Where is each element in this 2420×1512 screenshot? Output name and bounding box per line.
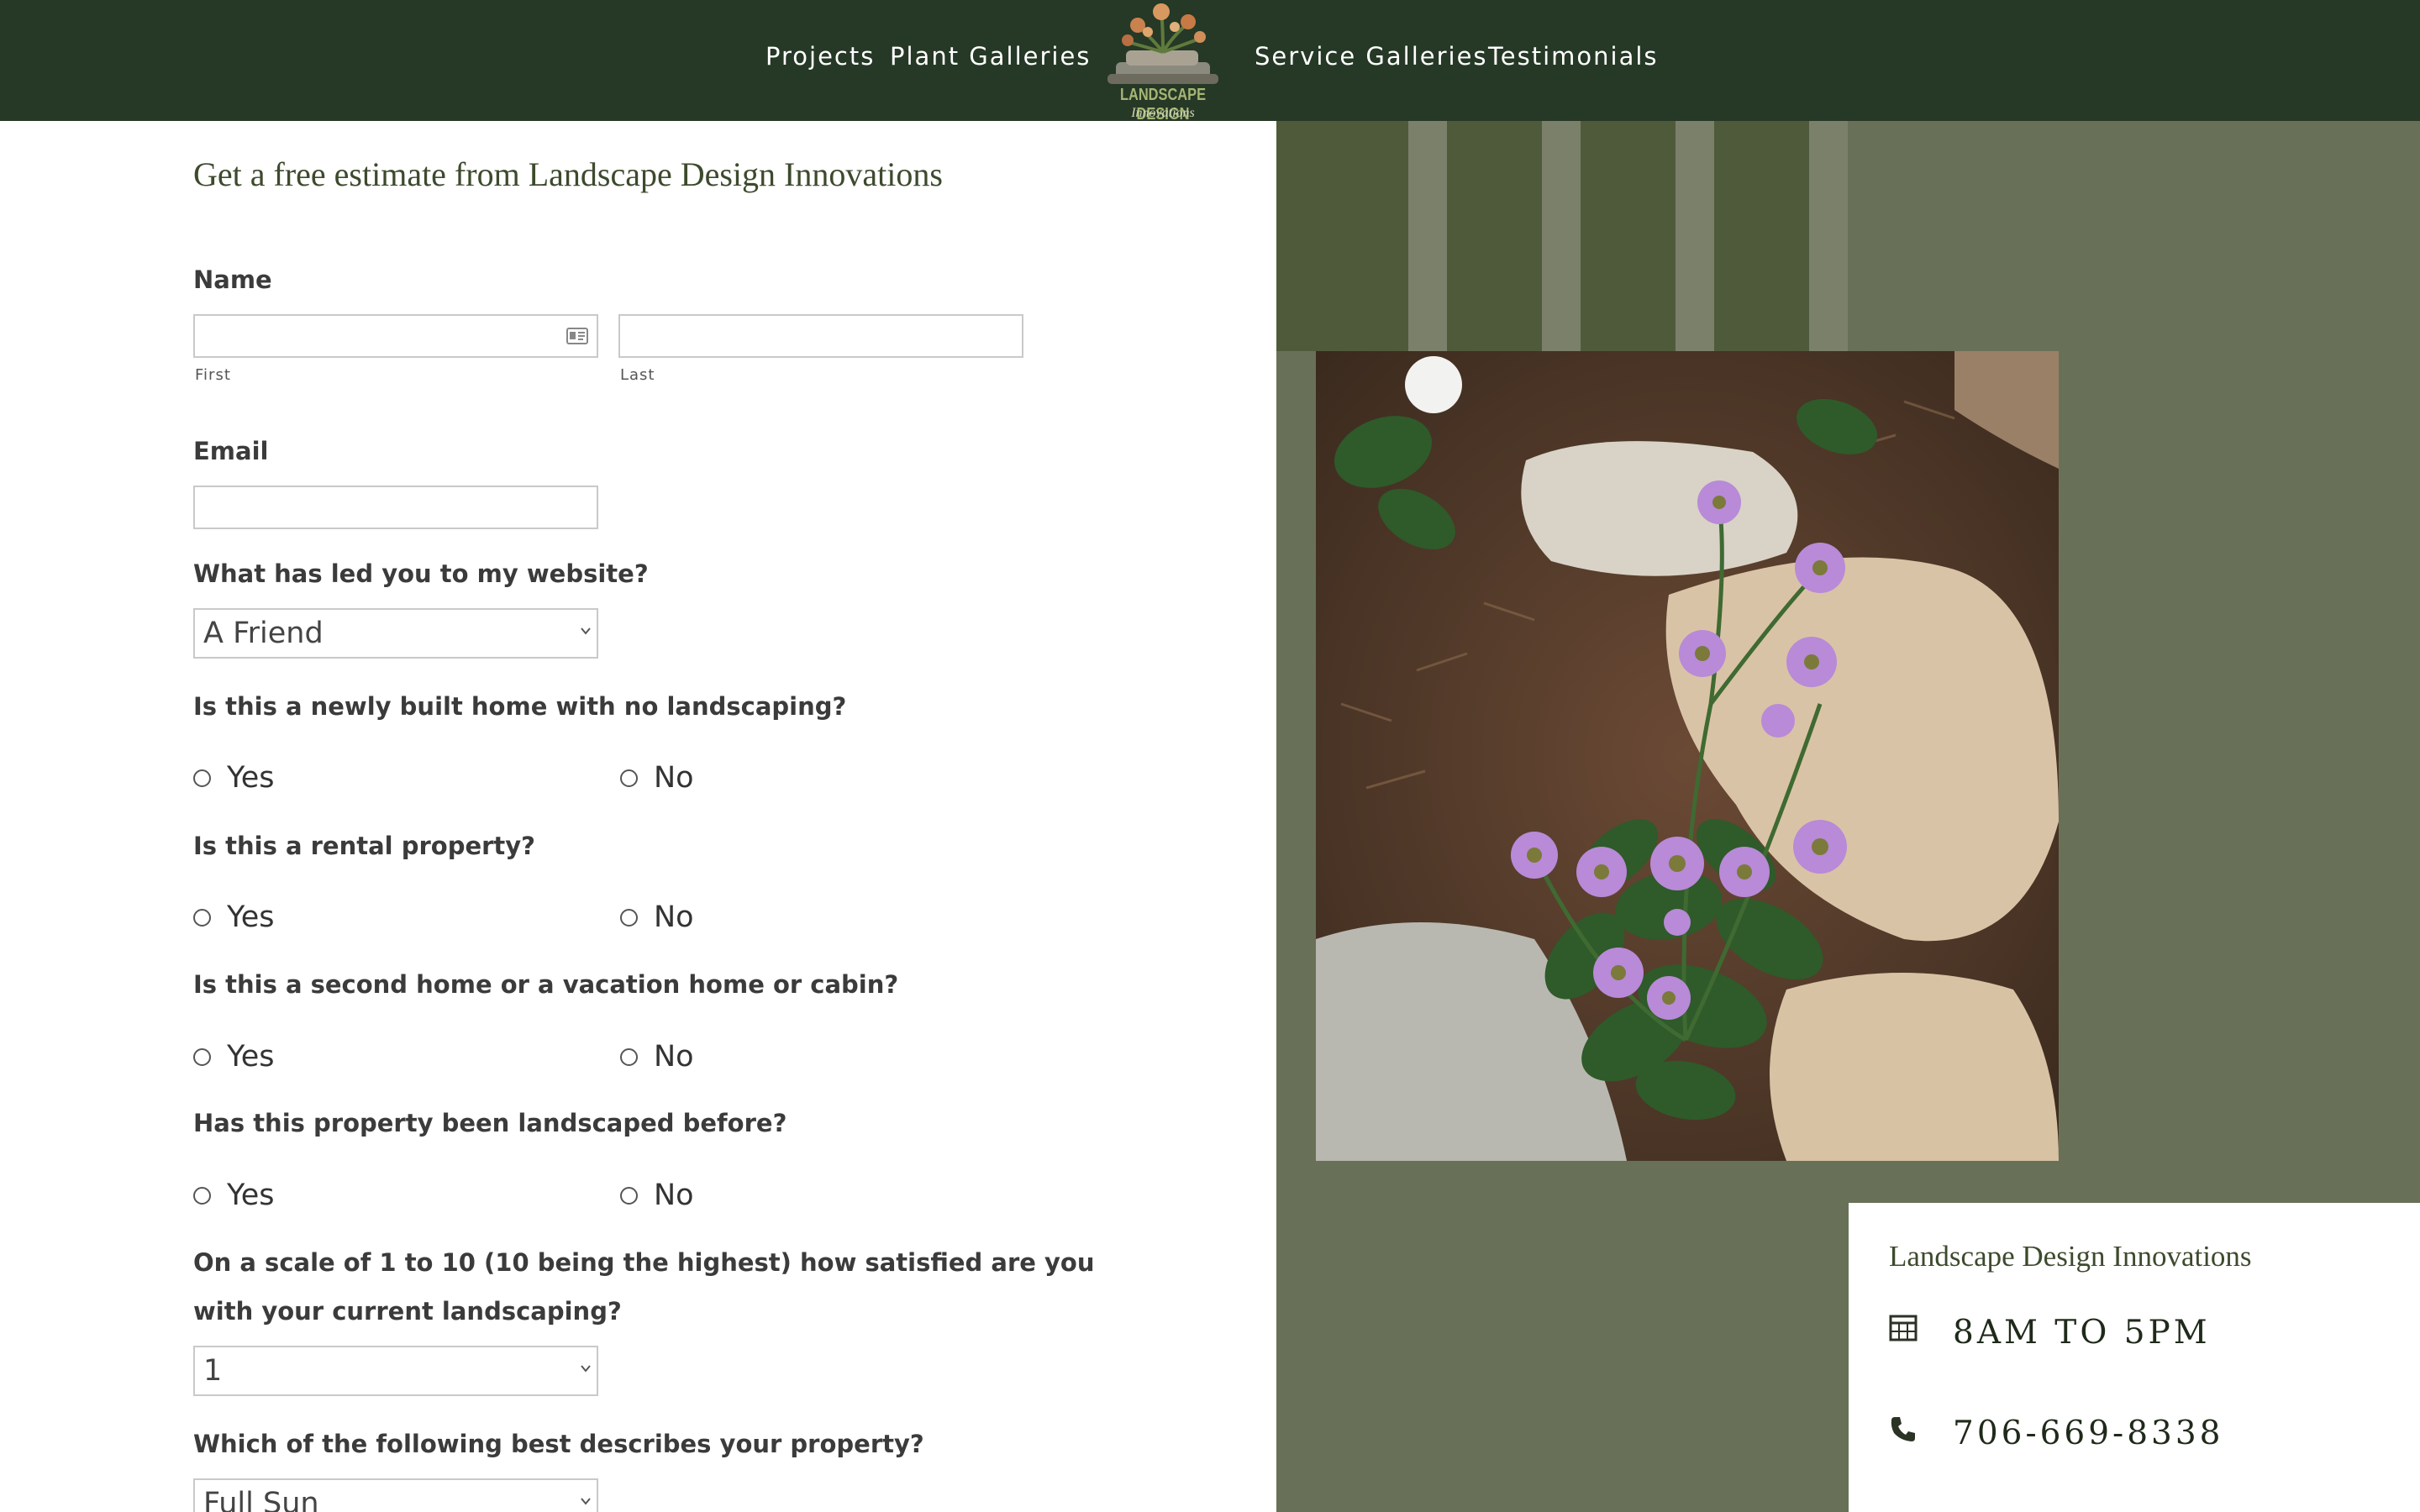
property-select-value: Full Sun	[203, 1487, 319, 1512]
last-sublabel: Last	[620, 366, 655, 384]
source-question: What has led you to my website?	[193, 559, 649, 588]
last-name-input[interactable]	[618, 314, 1023, 358]
logo-flowers-icon	[1107, 3, 1218, 84]
rental-no-radio[interactable]: No	[620, 900, 788, 934]
calendar-icon	[1889, 1315, 1918, 1341]
radio-label: Yes	[227, 1040, 275, 1074]
second-home-question: Is this a second home or a vacation home…	[193, 970, 899, 999]
radio-label: Yes	[227, 1179, 275, 1212]
garden-flower-photo	[1316, 351, 2059, 1161]
chevron-down-icon	[581, 1365, 591, 1373]
decorative-stripe	[1542, 121, 1581, 351]
radio-label: No	[654, 900, 694, 934]
decorative-stripe	[1809, 121, 1848, 351]
decorative-stripe	[1676, 121, 1714, 351]
logo-subtitle: Innovations	[1131, 106, 1195, 120]
nav-projects[interactable]: Projects	[765, 42, 875, 71]
landscaped-yes-radio[interactable]: Yes	[193, 1179, 361, 1212]
scale-question-line1: On a scale of 1 to 10 (10 being the high…	[193, 1248, 1095, 1277]
radio-label: No	[654, 1179, 694, 1212]
scale-select[interactable]: 1	[193, 1346, 598, 1396]
property-question: Which of the following best describes yo…	[193, 1430, 924, 1458]
email-input[interactable]	[193, 486, 598, 529]
property-select[interactable]: Full Sun	[193, 1478, 598, 1512]
nav-plant-galleries[interactable]: Plant Galleries	[890, 42, 1091, 71]
radio-circle	[620, 909, 638, 927]
phone-icon	[1891, 1417, 1915, 1441]
first-name-input[interactable]	[193, 314, 598, 358]
source-select[interactable]: A Friend	[193, 608, 598, 659]
name-label: Name	[193, 265, 272, 294]
radio-circle	[620, 1187, 638, 1205]
landscaped-before-question: Has this property been landscaped before…	[193, 1109, 787, 1137]
scale-question-line2: with your current landscaping?	[193, 1297, 622, 1326]
source-select-value: A Friend	[203, 617, 324, 650]
radio-circle	[620, 1048, 638, 1066]
radio-label: No	[654, 1040, 694, 1074]
radio-circle	[193, 1187, 211, 1205]
radio-label: No	[654, 761, 694, 795]
top-navbar: Projects Plant Galleries LANDSCAPE DESIG…	[0, 0, 2420, 123]
contact-card-icon	[566, 328, 588, 344]
radio-label: Yes	[227, 761, 275, 795]
nav-service-galleries[interactable]: Service Galleries	[1255, 42, 1488, 71]
new-home-no-radio[interactable]: No	[620, 761, 788, 795]
second-home-yes-radio[interactable]: Yes	[193, 1040, 361, 1074]
radio-label: Yes	[227, 900, 275, 934]
business-name: Landscape Design Innovations	[1889, 1240, 2252, 1273]
radio-circle	[620, 769, 638, 787]
first-sublabel: First	[195, 366, 231, 384]
chevron-down-icon	[581, 1498, 591, 1505]
form-title: Get a free estimate from Landscape Desig…	[193, 155, 943, 193]
site-logo[interactable]: LANDSCAPE DESIGN Innovations	[1091, 2, 1235, 123]
second-home-no-radio[interactable]: No	[620, 1040, 788, 1074]
landscaped-no-radio[interactable]: No	[620, 1179, 788, 1212]
business-info-card: Landscape Design Innovations 8AM TO 5PM …	[1849, 1203, 2420, 1512]
business-phone[interactable]: 706-669-8338	[1953, 1415, 2224, 1452]
rental-yes-radio[interactable]: Yes	[193, 900, 361, 934]
radio-circle	[193, 1048, 211, 1066]
radio-circle	[193, 909, 211, 927]
email-label: Email	[193, 437, 269, 465]
nav-testimonials[interactable]: Testimonials	[1488, 42, 1659, 71]
chevron-down-icon	[581, 627, 591, 635]
scale-select-value: 1	[203, 1354, 223, 1388]
new-home-question: Is this a newly built home with no lands…	[193, 692, 847, 721]
business-hours: 8AM TO 5PM	[1953, 1314, 2211, 1352]
decorative-stripe	[1408, 121, 1447, 351]
radio-circle	[193, 769, 211, 787]
rental-question: Is this a rental property?	[193, 832, 536, 860]
new-home-yes-radio[interactable]: Yes	[193, 761, 361, 795]
